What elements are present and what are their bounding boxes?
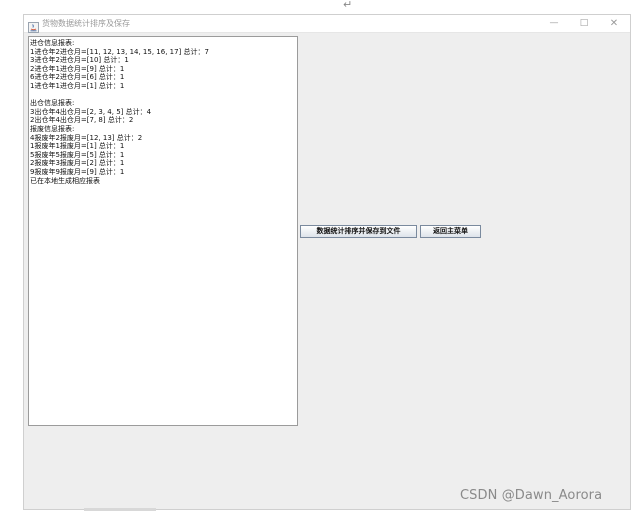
report-line: 4报废年2报废月=[12, 13] 总计：2 [30,133,143,142]
maximize-icon[interactable]: □ [570,16,598,31]
report-line: 已在本地生成相应报表 [30,176,100,185]
return-arrow-icon: ↵ [343,0,353,11]
report-line: 3进仓年2进仓月=[10] 总计：1 [30,56,129,65]
report-line: 2报废年3报废月=[2] 总计：1 [30,159,125,168]
scrollbar-thumb[interactable] [84,508,156,511]
back-to-main-menu-button[interactable]: 返回主菜单 [420,225,481,238]
title-bar[interactable]: 货物数据统计排序及保存 — □ ✕ [24,15,630,33]
report-line: 1报废年1报废月=[1] 总计：1 [30,142,125,151]
report-line: 1进仓年2进仓月=[11, 12, 13, 14, 15, 16, 17] 总计… [30,47,209,56]
sort-and-save-button[interactable]: 数据统计排序并保存到文件 [300,225,417,238]
close-icon[interactable]: ✕ [600,16,628,31]
report-line: 1进仓年1进仓月=[1] 总计：1 [30,81,125,90]
report-line: 9报废年9报废月=[9] 总计：1 [30,167,125,176]
report-line: 报废信息报表: [30,124,75,133]
java-app-icon [28,18,39,33]
report-line: 出仓信息报表: [30,99,75,108]
minimize-icon[interactable]: — [540,16,568,31]
report-line [30,91,296,100]
report-textarea[interactable]: 进仓信息报表: 1进仓年2进仓月=[11, 12, 13, 14, 15, 16… [28,36,298,426]
report-line: 2出仓年4出仓月=[7, 8] 总计：2 [30,116,134,125]
watermark: CSDN @Dawn_Aorora [460,488,603,503]
window-title: 货物数据统计排序及保存 [42,19,130,28]
screenshot-canvas: ↵ 货物数据统计排序及保存 — □ ✕ 进仓信息报表: 1进仓年2进仓月=[11… [0,0,643,515]
app-window: 货物数据统计排序及保存 — □ ✕ 进仓信息报表: 1进仓年2进仓月=[11, … [23,14,631,511]
report-line: 6进仓年2进仓月=[6] 总计：1 [30,73,125,82]
report-line: 进仓信息报表: [30,39,75,47]
